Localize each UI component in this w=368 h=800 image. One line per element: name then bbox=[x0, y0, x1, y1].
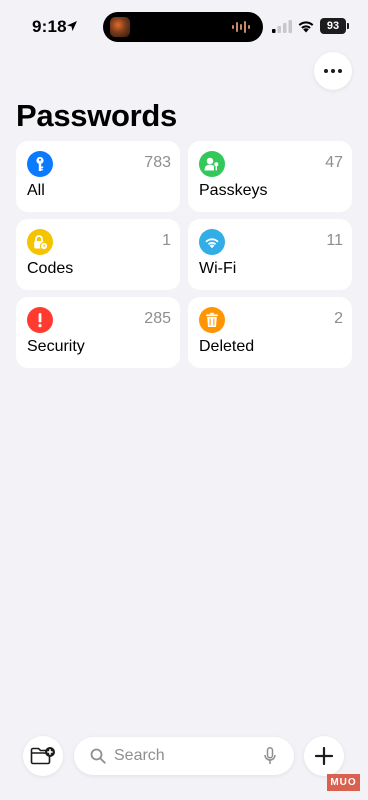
count-wifi: 11 bbox=[326, 232, 343, 249]
battery-indicator: 93 bbox=[320, 18, 349, 34]
new-folder-icon bbox=[30, 747, 55, 765]
watermark-logo: MUO bbox=[327, 774, 360, 791]
now-playing-artwork bbox=[110, 17, 130, 37]
category-grid: 783 All 47 Passkeys 1 Codes 11 Wi-Fi 285… bbox=[16, 141, 352, 368]
exclamation-icon bbox=[27, 307, 53, 333]
microphone-icon[interactable] bbox=[264, 747, 276, 765]
more-options-button[interactable] bbox=[314, 52, 352, 90]
label-deleted: Deleted bbox=[199, 338, 255, 355]
wifi-icon bbox=[199, 229, 225, 255]
count-security: 285 bbox=[144, 310, 171, 327]
lock-clock-icon bbox=[27, 229, 53, 255]
search-input[interactable] bbox=[114, 746, 254, 766]
search-bar[interactable] bbox=[74, 737, 294, 775]
new-folder-button[interactable] bbox=[23, 736, 63, 776]
label-security: Security bbox=[27, 338, 85, 355]
person-key-icon bbox=[199, 151, 225, 177]
category-passkeys[interactable]: 47 Passkeys bbox=[188, 141, 352, 212]
label-wifi: Wi-Fi bbox=[199, 260, 237, 277]
plus-icon bbox=[315, 747, 333, 765]
cellular-signal-icon bbox=[272, 20, 292, 33]
label-all: All bbox=[27, 182, 45, 199]
status-bar: 9:18 93 bbox=[0, 0, 368, 54]
label-passkeys: Passkeys bbox=[199, 182, 268, 199]
location-arrow-icon bbox=[67, 21, 77, 31]
add-password-button[interactable] bbox=[304, 736, 344, 776]
wifi-status-icon bbox=[298, 21, 314, 33]
trash-icon bbox=[199, 307, 225, 333]
count-passkeys: 47 bbox=[325, 154, 343, 171]
count-codes: 1 bbox=[162, 232, 171, 249]
dynamic-island[interactable] bbox=[103, 12, 263, 42]
ellipsis-icon bbox=[324, 69, 342, 73]
count-all: 783 bbox=[144, 154, 171, 171]
search-icon bbox=[90, 748, 106, 764]
page-title: Passwords bbox=[16, 98, 177, 133]
status-time: 9:18 bbox=[32, 17, 67, 36]
category-wifi[interactable]: 11 Wi-Fi bbox=[188, 219, 352, 290]
category-deleted[interactable]: 2 Deleted bbox=[188, 297, 352, 368]
category-security[interactable]: 285 Security bbox=[16, 297, 180, 368]
category-codes[interactable]: 1 Codes bbox=[16, 219, 180, 290]
count-deleted: 2 bbox=[334, 310, 343, 327]
category-all[interactable]: 783 All bbox=[16, 141, 180, 212]
audio-waveform-icon bbox=[232, 21, 250, 33]
key-icon bbox=[27, 151, 53, 177]
label-codes: Codes bbox=[27, 260, 74, 277]
